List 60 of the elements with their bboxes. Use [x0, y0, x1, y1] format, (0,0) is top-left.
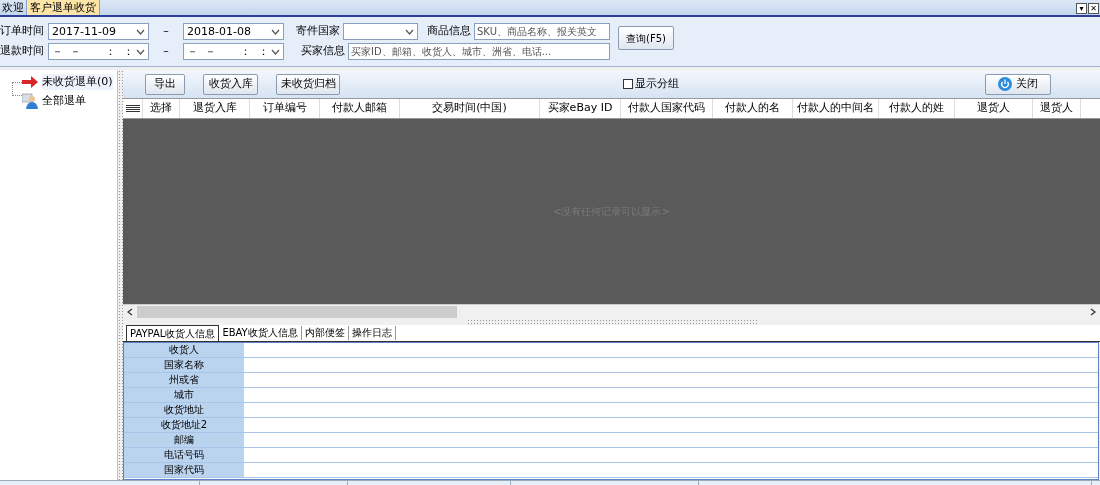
field-label: 国家代码	[124, 463, 244, 477]
detail-tab[interactable]: PAYPAL收货人信息	[126, 325, 220, 341]
column-header[interactable]: 付款人国家代码	[621, 99, 713, 118]
field-label: 买家信息	[301, 43, 345, 60]
caret-icon	[136, 28, 145, 35]
field-label: 城市	[124, 388, 244, 402]
column-header[interactable]: 退货人	[1033, 99, 1081, 118]
buyer-search-field[interactable]: 买家ID、邮箱、收货人、城市、洲省、电话...	[348, 43, 610, 60]
checkbox-label: 显示分组	[635, 75, 679, 92]
close-button[interactable]: ✕	[1088, 3, 1099, 14]
column-header[interactable]: 付款人的名	[713, 99, 793, 118]
field-label: 收货地址	[124, 403, 244, 417]
column-header[interactable]: 交易时间(中国)	[400, 99, 540, 118]
range-dash: –	[162, 23, 170, 40]
column-chooser-icon[interactable]	[125, 104, 140, 113]
caret-icon	[271, 28, 280, 35]
caret-icon	[136, 48, 145, 55]
caret-icon	[405, 28, 414, 35]
field-label: 收货人	[124, 343, 244, 357]
detail-tab[interactable]: 内部便签	[301, 326, 349, 340]
column-header[interactable]: 付款人的姓	[879, 99, 955, 118]
date-dropdown[interactable]: － － ： ：	[183, 43, 284, 60]
date-dropdown[interactable]: 2017-11-09	[48, 23, 149, 40]
document-tab[interactable]: 欢迎	[0, 0, 26, 15]
field-label: 寄件国家	[296, 23, 340, 40]
column-header[interactable]: 付款人邮箱	[320, 99, 400, 118]
toolbar-button[interactable]: 收货入库	[203, 73, 258, 95]
query-button[interactable]: 查询(F5)	[618, 26, 674, 50]
dropdown-button[interactable]: ▾	[1076, 3, 1087, 14]
column-header[interactable]: 退货入库	[180, 99, 250, 118]
close-button[interactable]: 关闭	[985, 73, 1051, 95]
detail-tab[interactable]: 操作日志	[348, 326, 396, 340]
field-label: 国家名称	[124, 358, 244, 372]
column-header[interactable]: 退货人	[955, 99, 1033, 118]
field-label: 订单时间	[0, 23, 45, 40]
date-dropdown[interactable]: 2018-01-08	[183, 23, 284, 40]
field-label: 邮编	[124, 433, 244, 447]
field-label: 收货地址2	[124, 418, 244, 432]
column-header[interactable]: 订单编号	[250, 99, 320, 118]
detail-tab[interactable]: EBAY收货人信息	[219, 326, 302, 340]
field-label: 州或省	[124, 373, 244, 387]
checkbox[interactable]	[623, 79, 633, 89]
product-search-field[interactable]: SKU、商品名称、报关英文	[474, 23, 610, 40]
tree-item[interactable]: 未收货退单(0)	[42, 73, 113, 91]
tree-item[interactable]: 全部退单	[42, 92, 86, 110]
toolbar-button[interactable]: 未收货归档	[276, 73, 340, 95]
column-header[interactable]: 付款人的中间名	[793, 99, 879, 118]
date-dropdown[interactable]: － － ： ：	[48, 43, 149, 60]
column-header[interactable]: 买家eBay ID	[540, 99, 621, 118]
power-icon	[998, 77, 1012, 91]
scrollbar-thumb[interactable]	[137, 305, 457, 318]
arrow-icon	[22, 76, 38, 88]
toolbar-button[interactable]: 导出	[145, 73, 185, 95]
field-label: 商品信息	[427, 23, 471, 40]
range-dash: –	[162, 43, 170, 60]
caret-icon	[271, 48, 280, 55]
document-tab[interactable]: 客户退单收货	[26, 0, 100, 15]
column-header[interactable]: 选择	[143, 99, 180, 118]
field-label: 退款时间	[0, 43, 45, 60]
field-label: 电话号码	[124, 448, 244, 462]
